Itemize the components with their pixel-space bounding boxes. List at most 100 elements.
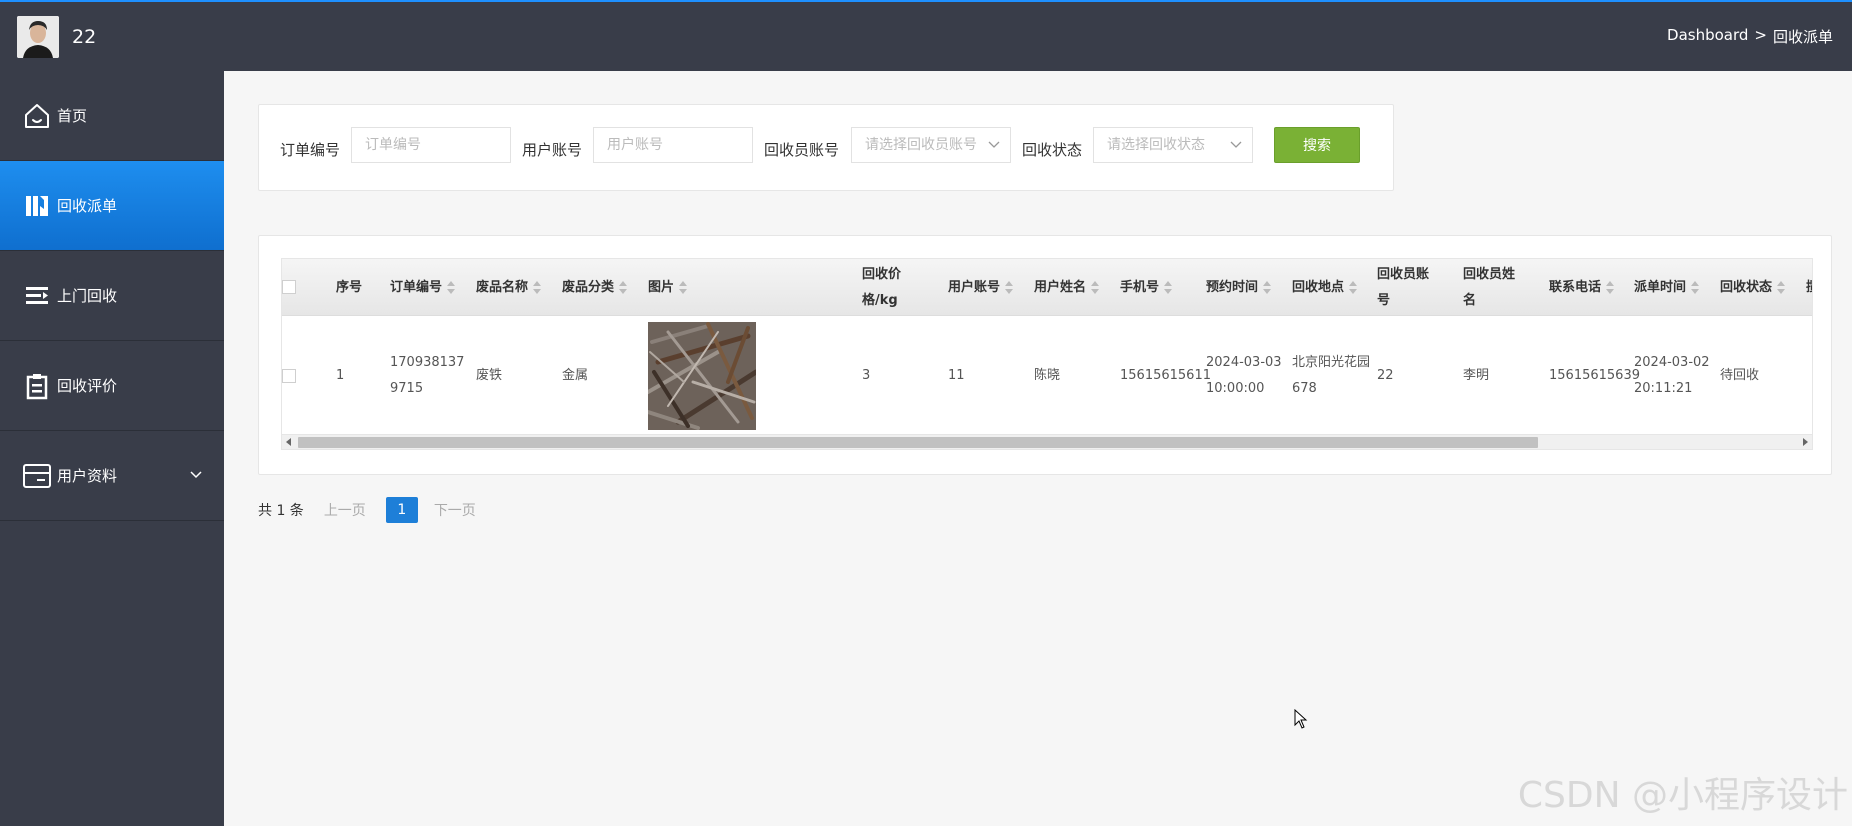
user-account-label: 用户账号 — [522, 141, 583, 159]
scrollbar-thumb[interactable] — [298, 437, 1538, 448]
table-header: 序号 订单编号 废品名称 废品分类 图片 回收价格/kg 用户账号 用户姓名 手… — [282, 259, 1812, 316]
sidebar: 首页 回收派单 上门回收 回收评价 用户资料 — [0, 71, 224, 826]
col-price[interactable]: 回收价格/kg — [862, 259, 918, 316]
sort-icon[interactable] — [1164, 280, 1173, 295]
cell-phone: 15615615611 — [1120, 368, 1211, 383]
cell-user-account: 11 — [948, 368, 965, 383]
sidebar-item-home[interactable]: 首页 — [0, 71, 224, 161]
col-index: 序号 — [336, 259, 362, 316]
pagination-total: 共 1 条 — [258, 503, 304, 519]
horizontal-scrollbar[interactable] — [282, 434, 1812, 449]
cell-image — [648, 317, 756, 435]
collector-account-label: 回收员账号 — [764, 141, 840, 159]
cell-waste-name: 废铁 — [476, 368, 503, 383]
card-icon — [21, 460, 53, 492]
sort-icon[interactable] — [1091, 280, 1100, 295]
mouse-cursor-icon — [1294, 708, 1308, 733]
col-extra[interactable]: 揽 — [1806, 259, 1812, 316]
csdn-watermark: CSDN @小程序设计 — [1517, 775, 1848, 816]
sort-icon[interactable] — [533, 280, 542, 295]
cell-index: 1 — [336, 368, 345, 383]
search-panel: 订单编号 订单编号 用户账号 用户账号 回收员账号 请选择回收员账号 回收状态 … — [258, 104, 1394, 191]
cell-collector-name: 李明 — [1463, 368, 1490, 383]
sidebar-item-label: 回收派单 — [57, 197, 118, 215]
breadcrumb-dashboard[interactable]: Dashboard — [1667, 26, 1748, 47]
table-panel: 序号 订单编号 废品名称 废品分类 图片 回收价格/kg 用户账号 用户姓名 手… — [258, 235, 1832, 475]
breadcrumb-separator: > — [1754, 26, 1767, 44]
col-appointment-time[interactable]: 预约时间 — [1206, 259, 1272, 316]
top-header: 22 Dashboard > 回收派单 — [0, 0, 1852, 71]
col-dispatch-time[interactable]: 派单时间 — [1634, 259, 1700, 316]
select-all-checkbox[interactable] — [282, 280, 296, 294]
pagination: 共 1 条 上一页 1 下一页 — [258, 497, 476, 523]
cell-dispatch-time: 2024-03-02 20:11:21 — [1634, 355, 1710, 396]
status-label: 回收状态 — [1022, 141, 1083, 159]
col-extra-label: 揽 — [1806, 275, 1812, 301]
col-contact-phone-label: 联系电话 — [1549, 279, 1602, 295]
sidebar-item-door-recycle[interactable]: 上门回收 — [0, 251, 224, 341]
cell-address: 北京阳光花园678 — [1292, 355, 1371, 396]
status-select[interactable]: 请选择回收状态 — [1093, 127, 1253, 163]
col-phone[interactable]: 手机号 — [1120, 259, 1173, 316]
sort-icon[interactable] — [619, 280, 628, 295]
col-user-account[interactable]: 用户账号 — [948, 259, 1014, 316]
sort-icon[interactable] — [1005, 280, 1014, 295]
sort-icon[interactable] — [1691, 280, 1700, 295]
col-waste-category[interactable]: 废品分类 — [562, 259, 628, 316]
prev-page-button[interactable]: 上一页 — [324, 500, 366, 520]
collector-account-select[interactable]: 请选择回收员账号 — [851, 127, 1011, 163]
scroll-left-icon[interactable] — [286, 438, 291, 446]
data-table: 序号 订单编号 废品名称 废品分类 图片 回收价格/kg 用户账号 用户姓名 手… — [281, 258, 1813, 450]
col-price-label: 回收价格/kg — [862, 266, 902, 308]
col-dispatch-time-label: 派单时间 — [1634, 279, 1687, 295]
sort-icon[interactable] — [679, 280, 688, 295]
next-page-button[interactable]: 下一页 — [434, 500, 476, 520]
dispatch-icon — [21, 190, 53, 222]
col-waste-name-label: 废品名称 — [476, 279, 529, 295]
col-order-no[interactable]: 订单编号 — [390, 259, 456, 316]
col-user-account-label: 用户账号 — [948, 279, 1001, 295]
cell-user-name: 陈晓 — [1034, 368, 1061, 383]
col-user-name[interactable]: 用户姓名 — [1034, 259, 1100, 316]
sort-icon[interactable] — [447, 280, 456, 295]
search-button[interactable]: 搜索 — [1274, 127, 1360, 163]
col-image[interactable]: 图片 — [648, 259, 688, 316]
user-avatar[interactable] — [17, 15, 59, 58]
cell-collector-account: 22 — [1377, 368, 1394, 383]
scrap-iron-image[interactable] — [648, 322, 756, 430]
sort-icon[interactable] — [1606, 280, 1615, 295]
sort-icon[interactable] — [1777, 280, 1786, 295]
col-collector-account-label: 回收员账号 — [1377, 266, 1430, 308]
row-checkbox[interactable] — [282, 369, 296, 383]
col-contact-phone[interactable]: 联系电话 — [1549, 259, 1615, 316]
sidebar-item-user-profile[interactable]: 用户资料 — [0, 431, 224, 521]
col-address[interactable]: 回收地点 — [1292, 259, 1358, 316]
sort-icon[interactable] — [1263, 280, 1272, 295]
col-waste-name[interactable]: 废品名称 — [476, 259, 542, 316]
col-collector-name[interactable]: 回收员姓名 — [1463, 259, 1519, 316]
col-status[interactable]: 回收状态 — [1720, 259, 1786, 316]
breadcrumb-current: 回收派单 — [1772, 28, 1833, 46]
cell-appointment-time: 2024-03-03 10:00:00 — [1206, 355, 1282, 396]
col-status-label: 回收状态 — [1720, 279, 1773, 295]
sidebar-item-label: 回收评价 — [57, 377, 118, 395]
sidebar-item-review[interactable]: 回收评价 — [0, 341, 224, 431]
cell-status: 待回收 — [1720, 368, 1760, 383]
col-collector-name-label: 回收员姓名 — [1463, 266, 1516, 308]
collector-select-placeholder: 请选择回收员账号 — [865, 137, 977, 153]
user-account-input[interactable]: 用户账号 — [593, 127, 753, 163]
table-row[interactable]: 1 1709381379715 废铁 金属 3 11 陈晓 1561561561… — [282, 317, 1812, 435]
page-1-button[interactable]: 1 — [385, 497, 418, 523]
sidebar-item-label: 上门回收 — [57, 287, 118, 305]
col-collector-account[interactable]: 回收员账号 — [1377, 259, 1433, 316]
home-icon — [21, 100, 53, 132]
col-waste-category-label: 废品分类 — [562, 279, 615, 295]
sidebar-item-dispatch[interactable]: 回收派单 — [0, 161, 224, 251]
sort-icon[interactable] — [1349, 280, 1358, 295]
col-address-label: 回收地点 — [1292, 279, 1345, 295]
scroll-right-icon[interactable] — [1803, 438, 1808, 446]
breadcrumb: Dashboard > 回收派单 — [1667, 26, 1833, 47]
cell-price: 3 — [862, 368, 871, 383]
order-no-input[interactable]: 订单编号 — [351, 127, 511, 163]
col-image-label: 图片 — [648, 279, 675, 295]
